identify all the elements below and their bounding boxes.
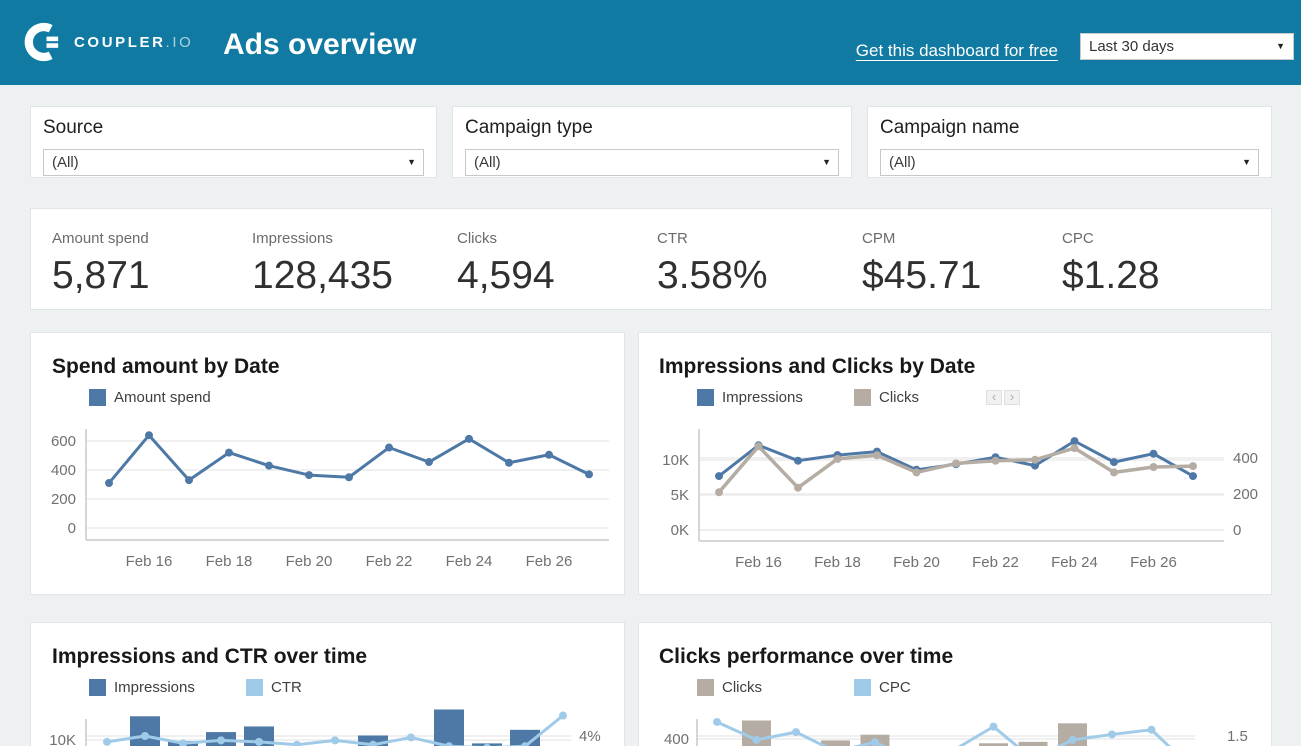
ads-overview-dashboard: COUPLER.IO Ads overview Get this dashboa…	[0, 0, 1301, 746]
filter-label: Campaign type	[465, 117, 593, 139]
svg-text:400: 400	[1233, 450, 1258, 467]
spend-by-date-plot[interactable]: 0 200 400 600 Feb 16 Feb 18 Feb 20 Feb 22 Feb 24…	[31, 333, 624, 594]
svg-text:Feb 24: Feb 24	[446, 553, 493, 570]
chart-card-impressions-clicks: Impressions and Clicks by Date Impressio…	[638, 332, 1272, 595]
kpi-label: Impressions	[252, 230, 393, 247]
svg-text:400: 400	[664, 731, 689, 746]
kpi-cpc: CPC $1.28	[1062, 209, 1160, 309]
kpi-value: $45.71	[862, 254, 981, 298]
svg-text:600: 600	[51, 433, 76, 450]
caret-down-icon: ▼	[1242, 158, 1251, 167]
svg-text:Feb 16: Feb 16	[735, 554, 782, 571]
kpi-label: Clicks	[457, 230, 555, 247]
svg-text:Feb 26: Feb 26	[526, 553, 573, 570]
filter-value: (All)	[474, 154, 501, 171]
svg-text:10K: 10K	[49, 732, 76, 746]
campaign-type-filter-select[interactable]: (All) ▼	[465, 149, 839, 176]
svg-text:Feb 20: Feb 20	[286, 553, 333, 570]
source-filter-select[interactable]: (All) ▼	[43, 149, 424, 176]
svg-text:Feb 16: Feb 16	[126, 553, 173, 570]
svg-text:200: 200	[1233, 486, 1258, 503]
get-dashboard-link[interactable]: Get this dashboard for free	[856, 41, 1058, 61]
svg-text:1.5: 1.5	[1227, 728, 1248, 745]
svg-text:Feb 18: Feb 18	[206, 553, 253, 570]
svg-text:0: 0	[68, 520, 76, 537]
svg-text:0: 0	[1233, 522, 1241, 539]
kpi-cpm: CPM $45.71	[862, 209, 981, 309]
filter-card-campaign-type: Campaign type (All) ▼	[452, 106, 852, 178]
kpi-label: CPM	[862, 230, 981, 247]
svg-text:0K: 0K	[671, 522, 689, 539]
chart-card-impressions-ctr: Impressions and CTR over time Impression…	[30, 622, 625, 746]
svg-text:Feb 22: Feb 22	[972, 554, 1019, 571]
svg-text:Feb 22: Feb 22	[366, 553, 413, 570]
svg-text:200: 200	[51, 491, 76, 508]
filter-card-source: Source (All) ▼	[30, 106, 437, 178]
campaign-name-filter-select[interactable]: (All) ▼	[880, 149, 1259, 176]
brand-primary: COUPLER	[74, 34, 166, 51]
chart-card-spend-by-date: Spend amount by Date Amount spend 020040…	[30, 332, 625, 595]
kpi-ctr: CTR 3.58%	[657, 209, 768, 309]
kpi-label: CTR	[657, 230, 768, 247]
clicks-performance-plot[interactable]: 4001.5Feb 16Feb 18Feb 20Feb 22Feb 24Feb …	[639, 623, 1271, 746]
filter-label: Campaign name	[880, 117, 1019, 139]
kpi-label: CPC	[1062, 230, 1160, 247]
svg-text:Feb 20: Feb 20	[893, 554, 940, 571]
brand-wordmark: COUPLER.IO	[74, 34, 193, 51]
page-title: Ads overview	[223, 28, 416, 62]
kpi-summary-card: Amount spend 5,871 Impressions 128,435 C…	[30, 208, 1272, 310]
svg-text:10K: 10K	[662, 452, 689, 469]
date-range-select[interactable]: Last 30 days ▼	[1080, 33, 1294, 60]
kpi-value: 4,594	[457, 254, 555, 298]
kpi-value: 5,871	[52, 254, 150, 298]
kpi-value: $1.28	[1062, 254, 1160, 298]
svg-text:Feb 26: Feb 26	[1130, 554, 1177, 571]
coupler-logo-icon	[24, 22, 64, 62]
filter-label: Source	[43, 117, 103, 139]
header-bar: COUPLER.IO Ads overview Get this dashboa…	[0, 0, 1301, 85]
impressions-ctr-plot[interactable]: 10K4%Feb 16Feb 18Feb 20Feb 22Feb 24Feb 2…	[31, 623, 624, 746]
chart-card-clicks-performance: Clicks performance over time Clicks CPC …	[638, 622, 1272, 746]
svg-text:Feb 18: Feb 18	[814, 554, 861, 571]
caret-down-icon: ▼	[407, 158, 416, 167]
filter-value: (All)	[889, 154, 916, 171]
kpi-amount-spend: Amount spend 5,871	[52, 209, 150, 309]
kpi-value: 3.58%	[657, 254, 768, 298]
kpi-impressions: Impressions 128,435	[252, 209, 393, 309]
filter-value: (All)	[52, 154, 79, 171]
caret-down-icon: ▼	[822, 158, 831, 167]
svg-text:4%: 4%	[579, 728, 601, 745]
svg-text:400: 400	[51, 462, 76, 479]
kpi-label: Amount spend	[52, 230, 150, 247]
svg-text:Feb 24: Feb 24	[1051, 554, 1098, 571]
impressions-clicks-plot[interactable]: 0K 5K 10K 0 200 400 Feb 16 Feb 18 Feb 20 Feb 22 Fe…	[639, 333, 1271, 594]
svg-text:5K: 5K	[671, 487, 689, 504]
date-range-value: Last 30 days	[1089, 38, 1174, 55]
kpi-clicks: Clicks 4,594	[457, 209, 555, 309]
caret-down-icon: ▼	[1276, 42, 1285, 51]
kpi-value: 128,435	[252, 254, 393, 298]
brand-suffix: .IO	[166, 34, 194, 51]
filter-card-campaign-name: Campaign name (All) ▼	[867, 106, 1272, 178]
